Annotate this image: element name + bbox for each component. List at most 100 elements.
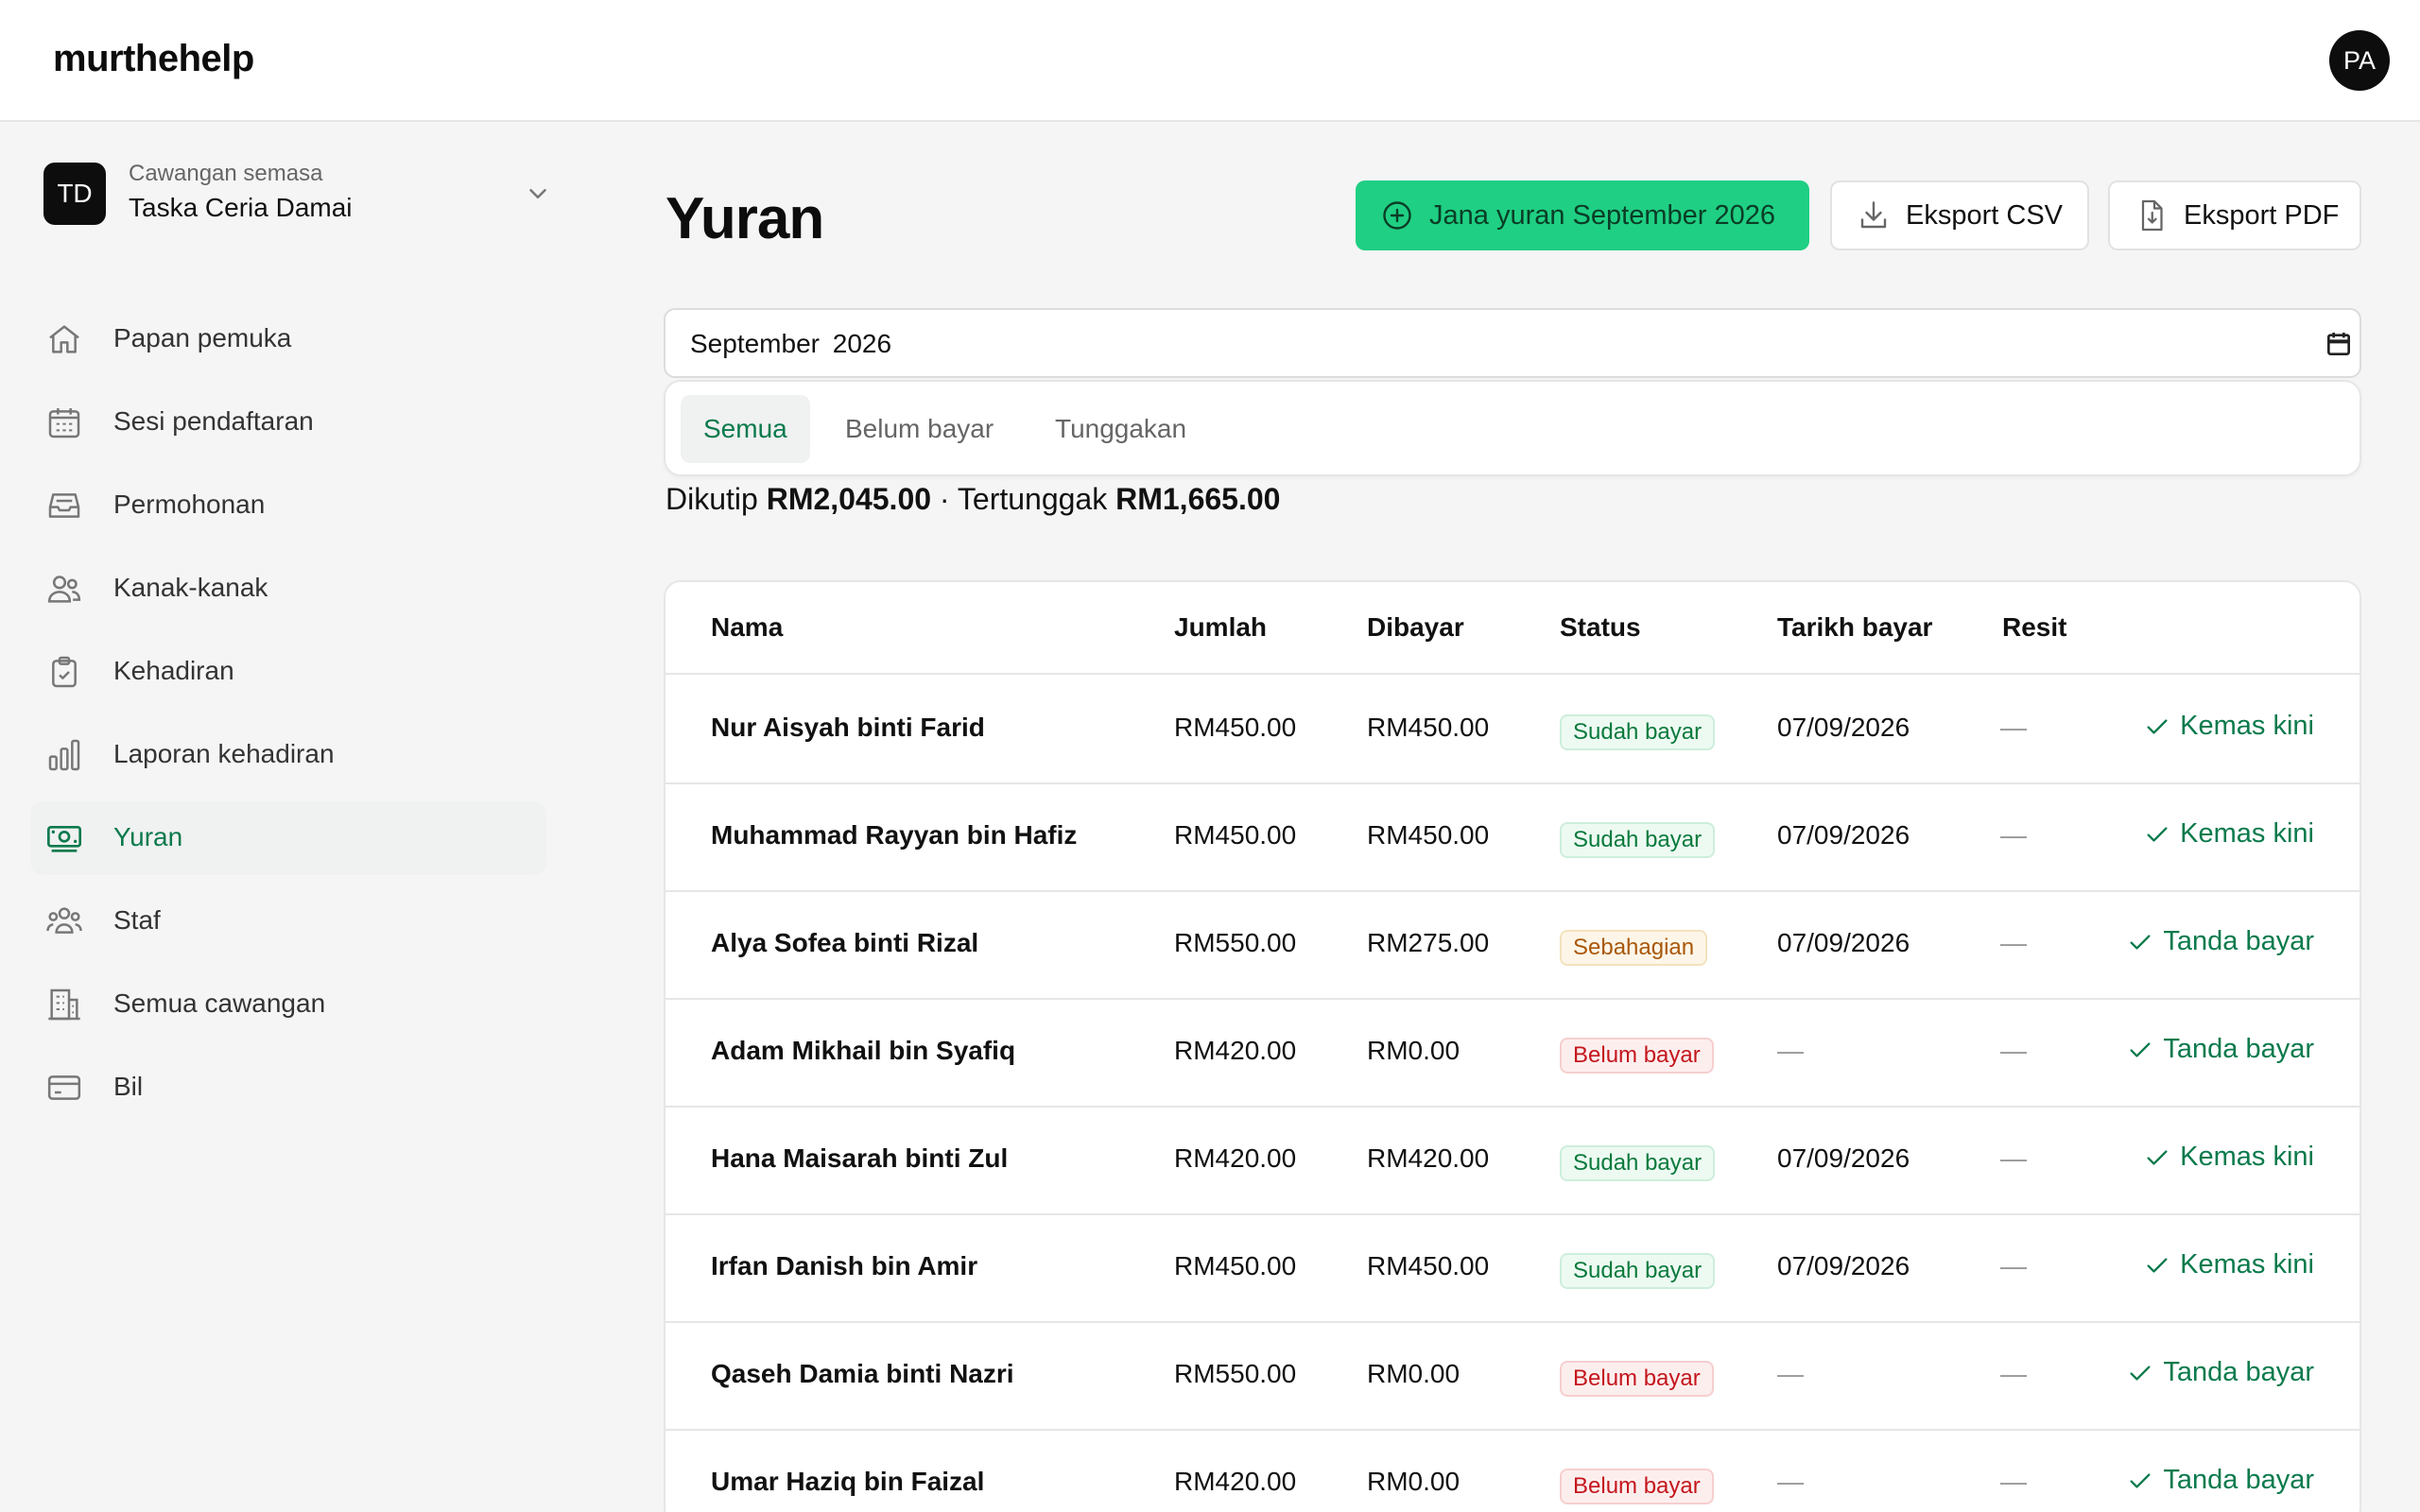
tab-semua[interactable]: Semua [681,395,810,463]
calendar-picker-icon[interactable] [2324,329,2354,359]
sidebar-item-permohonan[interactable]: Permohonan [30,469,546,542]
payment-date: — [1777,1467,1804,1496]
status-badge: Belum bayar [1560,1469,1714,1504]
child-name: Irfan Danish bin Amir [711,1251,978,1280]
export-csv-button[interactable]: Eksport CSV [1830,180,2089,250]
payment-date: 07/09/2026 [1777,713,1910,742]
sidebar-item-label: Papan pemuka [113,323,292,352]
column-header-resit: Resit [2002,612,2067,642]
payment-date: 07/09/2026 [1777,928,1910,957]
status-badge: Belum bayar [1560,1361,1714,1397]
paid-amount: RM450.00 [1367,1251,1490,1280]
check-icon [2130,934,2151,950]
status-badge: Belum bayar [1560,1038,1714,1074]
download-icon [1860,201,1887,229]
sidebar-item-staf[interactable]: Staf [30,885,546,958]
sidebar-item-kanak-kanak[interactable]: Kanak-kanak [30,552,546,626]
fee-amount: RM450.00 [1174,1251,1297,1280]
user-avatar[interactable]: PA [2329,30,2390,91]
column-header-jumlah: Jumlah [1174,612,1268,642]
branch-name: Taska Ceria Damai [129,193,353,222]
sidebar-item-label: Yuran [113,822,183,851]
row-action-button[interactable]: Kemas kini [2144,1142,2314,1173]
table-row: Hana Maisarah binti Zul RM420.00 RM420.0… [666,1108,2360,1215]
row-action-button[interactable]: Tanda bayar [2127,1034,2314,1065]
inbox-icon [48,493,80,518]
sidebar-item-kehadiran[interactable]: Kehadiran [30,635,546,709]
fee-amount: RM550.00 [1174,1359,1297,1388]
row-action-button[interactable]: Tanda bayar [2127,1357,2314,1388]
check-icon [2130,1472,2151,1488]
receipt-value: — [2000,1143,2027,1173]
outstanding-amount: RM1,665.00 [1115,482,1281,516]
receipt-value: — [2000,1036,2027,1065]
fee-amount: RM550.00 [1174,928,1297,957]
home-icon [49,325,79,353]
file-download-icon [2141,199,2163,232]
sidebar-item-label: Staf [113,905,161,935]
page-title: Yuran [666,186,824,251]
generate-fees-button[interactable]: Jana yuran September 2026 [1356,180,1809,250]
row-action-button[interactable]: Kemas kini [2144,711,2314,742]
sidebar-item-papan-pemuka[interactable]: Papan pemuka [30,302,546,376]
column-header-tarikh-bayar: Tarikh bayar [1777,612,1933,642]
summary-separator: · [939,482,950,516]
sidebar-item-label: Bil [113,1072,144,1101]
paid-amount: RM0.00 [1367,1036,1461,1065]
sidebar-item-yuran[interactable]: Yuran [30,801,546,875]
sidebar-item-laporan-kehadiran[interactable]: Laporan kehadiran [30,718,546,792]
sidebar-item-label: Kanak-kanak [113,573,268,602]
table-row: Qaseh Damia binti Nazri RM550.00 RM0.00 … [666,1323,2360,1431]
table-row: Nur Aisyah binti Farid RM450.00 RM450.00… [666,677,2360,784]
sidebar-item-sesi-pendaftaran[interactable]: Sesi pendaftaran [30,386,546,459]
row-action-label: Tanda bayar [2163,926,2314,956]
table-row: Irfan Danish bin Amir RM450.00 RM450.00 … [666,1215,2360,1323]
row-action-label: Tanda bayar [2163,1465,2314,1495]
banknote-icon [47,826,81,852]
sidebar-item-label: Kehadiran [113,656,234,685]
row-action-button[interactable]: Kemas kini [2144,818,2314,850]
sidebar-item-label: Sesi pendaftaran [113,406,314,436]
row-action-button[interactable]: Tanda bayar [2127,1465,2314,1496]
row-action-label: Kemas kini [2180,818,2314,849]
row-action-label: Kemas kini [2180,711,2314,741]
child-name: Adam Mikhail bin Syafiq [711,1036,1016,1065]
child-name: Qaseh Damia binti Nazri [711,1359,1014,1388]
tab-belum-bayar[interactable]: Belum bayar [822,395,1016,463]
row-action-label: Tanda bayar [2163,1357,2314,1387]
export-pdf-button[interactable]: Eksport PDF [2108,180,2361,250]
users-icon [47,576,81,603]
branch-badge: TD [43,163,106,225]
status-badge: Sudah bayar [1560,1253,1716,1289]
payment-date: 07/09/2026 [1777,820,1910,850]
brand-logo[interactable]: murthehelp [53,38,254,80]
fee-amount: RM420.00 [1174,1467,1297,1496]
paid-amount: RM0.00 [1367,1467,1461,1496]
fee-amount: RM420.00 [1174,1036,1297,1065]
month-value: September 2026 [690,329,892,358]
branch-caption: Cawangan semasa [129,161,323,186]
row-action-button[interactable]: Tanda bayar [2127,926,2314,957]
sidebar-item-semua-cawangan[interactable]: Semua cawangan [30,968,546,1041]
receipt-value: — [2000,713,2027,742]
table-row: Umar Haziq bin Faizal RM420.00 RM0.00 Be… [666,1431,2360,1512]
row-action-button[interactable]: Kemas kini [2144,1249,2314,1280]
payment-date: 07/09/2026 [1777,1251,1910,1280]
sidebar-item-bil[interactable]: Bil [30,1051,546,1125]
child-name: Nur Aisyah binti Farid [711,713,985,742]
credit-card-icon [47,1075,81,1100]
fees-table: Nama Jumlah Dibayar Status Tarikh bayar … [664,580,2361,1512]
table-row: Alya Sofea binti Rizal RM550.00 RM275.00… [666,892,2360,1000]
column-header-dibayar: Dibayar [1367,612,1464,642]
column-header-nama: Nama [711,612,784,642]
sidebar-item-label: Laporan kehadiran [113,739,335,768]
plus-circle-icon [1383,201,1411,230]
paid-amount: RM275.00 [1367,928,1490,957]
branch-selector[interactable]: TD Cawangan semasa Taska Ceria Damai [43,159,558,231]
child-name: Muhammad Rayyan bin Hafiz [711,820,1078,850]
paid-amount: RM450.00 [1367,820,1490,850]
collected-amount: RM2,045.00 [766,482,932,516]
outstanding-label: Tertunggak [957,482,1108,516]
tab-tunggakan[interactable]: Tunggakan [1032,395,1209,463]
month-picker-input[interactable]: September 2026 [664,308,2361,378]
